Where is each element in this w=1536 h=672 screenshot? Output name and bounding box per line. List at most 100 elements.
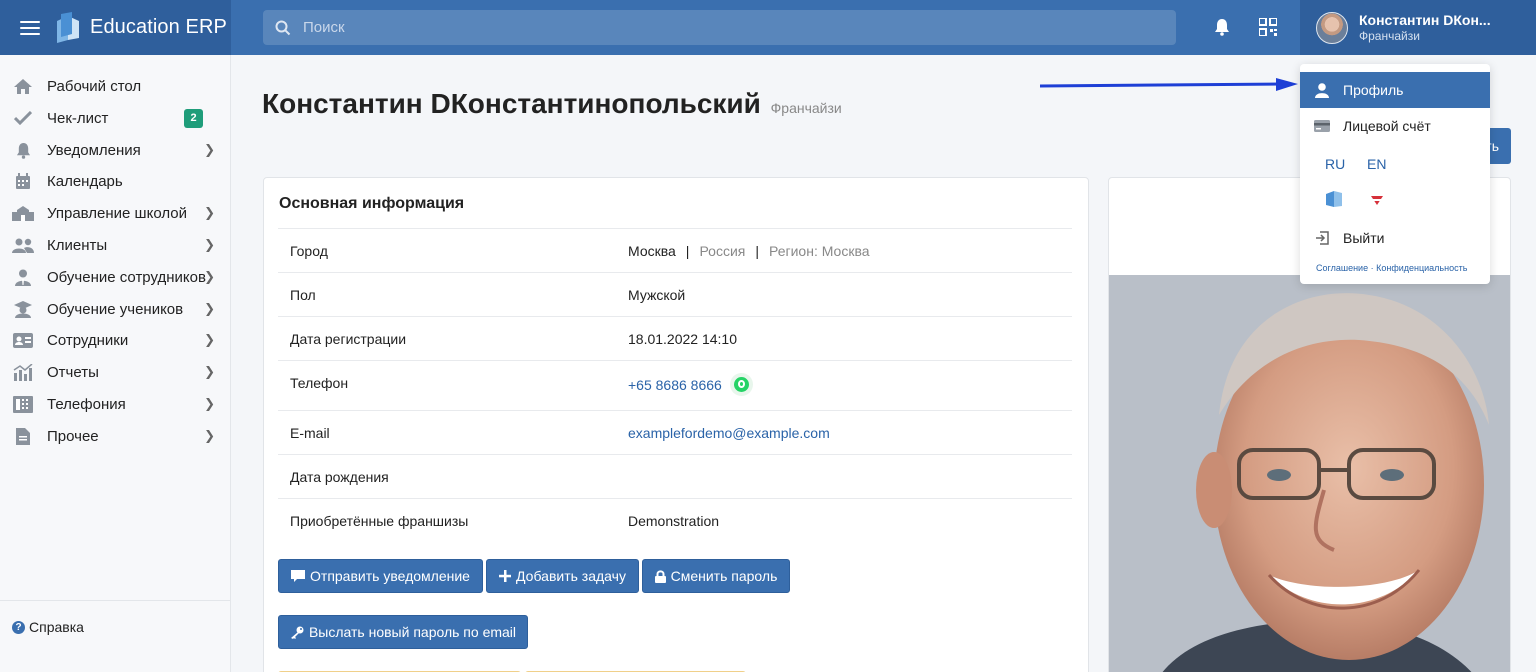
row-value: +65 8686 8666 [628, 373, 753, 398]
row-value: 18.01.2022 14:10 [628, 331, 737, 347]
sidebar-item-employees[interactable]: Сотрудники ❯ [0, 324, 231, 356]
person-name: Константин DКонстантинопольский [262, 88, 761, 119]
users-icon [12, 238, 34, 253]
home-icon [12, 78, 34, 95]
send-notification-button[interactable]: Отправить уведомление [278, 559, 483, 593]
sidebar-item-student-training[interactable]: Обучение учеников ❯ [0, 293, 231, 325]
sidebar-item-label: Рабочий стол [47, 77, 142, 95]
info-row-registered: Дата регистрации 18.01.2022 14:10 [278, 316, 1072, 360]
row-label: Пол [290, 287, 316, 303]
menu-item-label: Выйти [1343, 230, 1385, 246]
menu-item-profile[interactable]: Профиль [1300, 72, 1490, 108]
sidebar-item-telephony[interactable]: Телефония ❯ [0, 388, 231, 420]
qr-code-icon[interactable] [1259, 18, 1277, 36]
agreement-link[interactable]: Соглашение [1316, 263, 1368, 273]
search-icon [275, 20, 291, 35]
sidebar-item-label: Сотрудники [47, 331, 129, 349]
id-card-icon [12, 332, 34, 348]
sidebar-item-label: Обучение учеников [47, 300, 184, 318]
button-label: Добавить задачу [516, 568, 626, 584]
sidebar-item-label: Отчеты [47, 363, 99, 381]
sidebar-item-other[interactable]: Прочее ❯ [0, 420, 231, 452]
top-header: Education ERP Константин DКон... Франчай… [0, 0, 1536, 55]
user-role: Франчайзи [1359, 29, 1420, 43]
lock-icon [654, 569, 666, 583]
help-link[interactable]: ? Справка [12, 619, 84, 635]
search-bar[interactable] [263, 10, 1176, 45]
sidebar-item-reports[interactable]: Отчеты ❯ [0, 356, 231, 388]
brand-name[interactable]: Education ERP [90, 16, 227, 39]
row-label: Город [290, 243, 328, 259]
comment-icon [291, 569, 306, 582]
chevron-right-icon: ❯ [204, 301, 215, 316]
checklist-count-badge: 2 [184, 108, 203, 128]
credit-card-icon [1314, 120, 1330, 132]
language-en[interactable]: EN [1367, 156, 1386, 172]
phone-book-icon [12, 395, 34, 413]
main-info-card: Основная информация Город Москва | Россия |… [263, 177, 1089, 672]
bell-icon [12, 142, 34, 159]
button-label: Сменить пароль [670, 568, 778, 584]
sidebar-item-label: Уведомления [47, 141, 141, 159]
calendar-icon [12, 172, 34, 190]
sidebar-item-school-management[interactable]: Управление школой ❯ [0, 197, 231, 229]
school-icon [12, 205, 34, 222]
button-label: Отправить уведомление [310, 568, 470, 584]
whatsapp-icon[interactable] [729, 373, 753, 396]
sidebar-item-dashboard[interactable]: Рабочий стол [0, 70, 231, 102]
privacy-link[interactable]: Конфиденциальность [1376, 263, 1467, 273]
chevron-right-icon: ❯ [204, 428, 215, 443]
search-input[interactable] [303, 19, 1153, 36]
chevron-right-icon: ❯ [204, 364, 215, 379]
annotation-arrow [1040, 78, 1298, 91]
profile-photo [1109, 275, 1510, 672]
sidebar-item-calendar[interactable]: Календарь [0, 165, 231, 197]
logo-icon [54, 11, 82, 44]
chevron-right-icon: ❯ [204, 205, 215, 220]
sidebar: Рабочий стол Чек-лист 2 Уведомления ❯ Ка… [0, 55, 231, 672]
info-row-birthday: Дата рождения [278, 454, 1072, 498]
language-ru[interactable]: RU [1325, 156, 1345, 172]
row-label: Дата рождения [290, 469, 389, 485]
email-link[interactable]: examplefordemo@example.com [628, 425, 830, 441]
add-task-button[interactable]: Добавить задачу [486, 559, 639, 593]
bell-icon[interactable] [1214, 18, 1230, 36]
phone-link[interactable]: +65 8686 8666 [628, 377, 722, 393]
sidebar-item-checklist[interactable]: Чек-лист 2 [0, 102, 231, 134]
key-icon [290, 626, 304, 639]
legal-links: Соглашение · Конфиденциальность [1316, 263, 1467, 273]
chart-icon [12, 363, 34, 381]
menu-item-logout[interactable]: Выйти [1300, 220, 1490, 256]
menu-item-label: Лицевой счёт [1343, 118, 1431, 134]
sidebar-item-label: Обучение сотрудников [47, 268, 206, 286]
user-icon [1314, 82, 1330, 98]
avatar[interactable] [1316, 11, 1348, 44]
change-password-button[interactable]: Сменить пароль [642, 559, 790, 593]
sidebar-item-label: Чек-лист [47, 109, 109, 127]
info-row-franchises: Приобретённые франшизы Demonstration [278, 498, 1072, 542]
user-menu-toggle[interactable]: Константин DКон... Франчайзи [1300, 0, 1536, 55]
region-value: Регион: Москва [769, 243, 870, 259]
sidebar-item-label: Календарь [47, 172, 123, 190]
sidebar-item-clients[interactable]: Клиенты ❯ [0, 229, 231, 261]
logout-icon [1314, 231, 1330, 245]
menu-item-account[interactable]: Лицевой счёт [1300, 108, 1490, 144]
row-value: Demonstration [628, 513, 720, 529]
send-new-password-button[interactable]: Выслать новый пароль по email [278, 615, 528, 649]
chevron-right-icon: ❯ [204, 396, 215, 411]
chevron-right-icon: ❯ [204, 269, 215, 284]
info-row-gender: Пол Мужской [278, 272, 1072, 316]
sidebar-item-staff-training[interactable]: Обучение сотрудников ❯ [0, 261, 231, 293]
sidebar-item-label: Клиенты [47, 236, 108, 254]
button-label: Выслать новый пароль по email [308, 624, 517, 640]
sidebar-item-label: Телефония [47, 395, 126, 413]
chevron-right-icon: ❯ [204, 237, 215, 252]
link-separator: · [1370, 263, 1374, 273]
menu-toggle-icon[interactable] [20, 20, 40, 35]
education-logo-icon[interactable] [1325, 190, 1343, 208]
brand-area: Education ERP [0, 0, 231, 55]
spartak-logo-icon[interactable] [1369, 194, 1385, 206]
row-label: E-mail [290, 425, 330, 441]
plus-icon [499, 570, 512, 582]
sidebar-item-notifications[interactable]: Уведомления ❯ [0, 134, 231, 166]
